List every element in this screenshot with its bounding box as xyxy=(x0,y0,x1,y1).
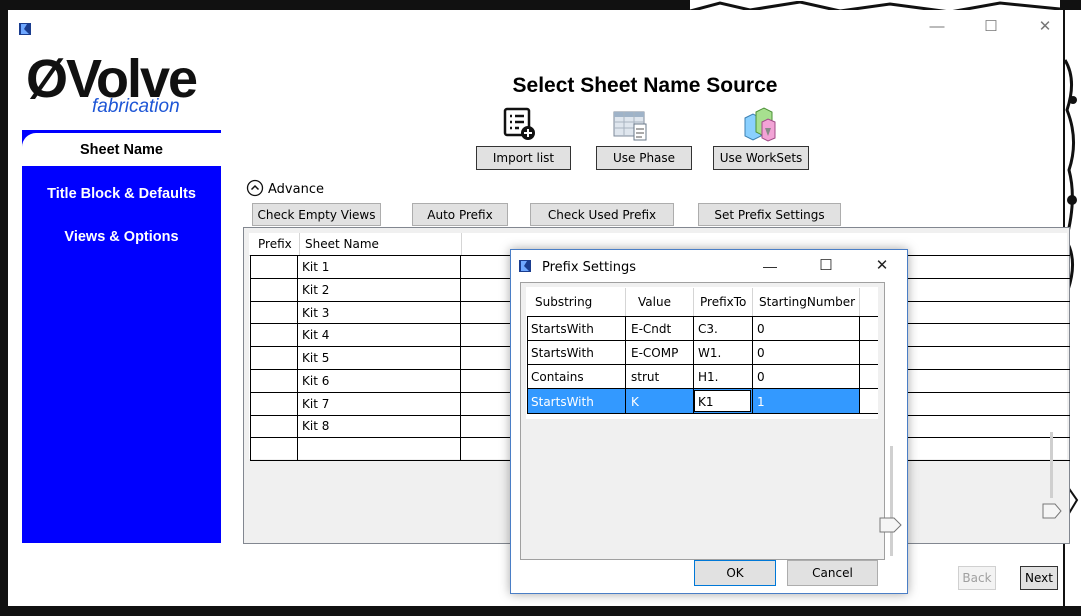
minimize-button[interactable]: — xyxy=(920,14,954,40)
row-line xyxy=(527,413,878,414)
table-row[interactable]: Kit 4 xyxy=(302,328,329,342)
import-list-icon xyxy=(502,106,538,142)
table-row[interactable]: Kit 1 xyxy=(302,260,329,274)
back-button[interactable]: Back xyxy=(958,566,996,590)
header-divider xyxy=(299,233,300,255)
table-row[interactable]: Kit 5 xyxy=(302,351,329,365)
column-header-prefixto[interactable]: PrefixTo xyxy=(700,295,746,309)
cell-start[interactable]: 0 xyxy=(757,346,765,360)
maximize-button[interactable]: ☐ xyxy=(974,14,1008,40)
sidebar-item-sheet-name[interactable]: Sheet Name xyxy=(22,133,221,166)
dialog-slider-thumb[interactable] xyxy=(879,517,903,533)
column-header-prefix[interactable]: Prefix xyxy=(258,237,292,251)
use-worksets-button[interactable]: Use WorkSets xyxy=(713,146,809,170)
table-row[interactable]: Kit 3 xyxy=(302,306,329,320)
column-line xyxy=(859,316,860,414)
header-divider xyxy=(859,288,860,316)
close-button[interactable]: ✕ xyxy=(1028,14,1062,40)
vertical-slider-track[interactable] xyxy=(1050,432,1053,498)
cell-value[interactable]: E-Cndt xyxy=(631,322,671,336)
cell-substring[interactable]: StartsWith xyxy=(531,395,594,409)
advance-toggle[interactable] xyxy=(246,179,266,197)
use-phase-button[interactable]: Use Phase xyxy=(596,146,692,170)
check-empty-views-button[interactable]: Check Empty Views xyxy=(252,203,381,226)
column-line xyxy=(460,255,461,461)
cell-substring[interactable]: StartsWith xyxy=(531,322,594,336)
cell-value[interactable]: K xyxy=(631,395,639,409)
cell-prefix[interactable]: W1. xyxy=(698,346,721,360)
prefix-settings-dialog: Prefix Settings — ☐ ✕ Substring Value Pr… xyxy=(510,249,908,594)
cancel-button[interactable]: Cancel xyxy=(787,560,878,586)
column-header-startingnumber[interactable]: StartingNumber xyxy=(759,295,855,309)
auto-prefix-button[interactable]: Auto Prefix xyxy=(412,203,508,226)
phase-icon xyxy=(612,108,652,144)
column-line xyxy=(527,316,528,414)
worksets-icon xyxy=(742,106,778,144)
header-divider xyxy=(752,288,753,316)
row-line xyxy=(527,388,878,389)
cell-value[interactable]: E-COMP xyxy=(631,346,678,360)
set-prefix-settings-button[interactable]: Set Prefix Settings xyxy=(698,203,841,226)
dialog-slider-track[interactable] xyxy=(890,446,893,556)
row-line xyxy=(527,364,878,365)
screen-frame-left xyxy=(0,0,8,616)
column-line xyxy=(625,316,626,414)
column-header-sheet-name[interactable]: Sheet Name xyxy=(305,237,379,251)
prefix-grid: Substring Value PrefixTo StartingNumber … xyxy=(520,282,893,560)
row-line xyxy=(527,316,878,317)
ok-button[interactable]: OK xyxy=(694,560,776,586)
prefix-edit-input[interactable]: K1 xyxy=(694,390,751,412)
table-row[interactable]: Kit 6 xyxy=(302,374,329,388)
page-title: Select Sheet Name Source xyxy=(512,74,778,97)
dialog-title: Prefix Settings xyxy=(542,260,637,275)
slider-thumb[interactable] xyxy=(1042,503,1062,519)
dialog-maximize-button[interactable]: ☐ xyxy=(813,254,839,278)
chevron-up-icon xyxy=(246,179,264,197)
column-line xyxy=(752,316,753,414)
cell-prefix[interactable]: C3. xyxy=(698,322,718,336)
column-header-value[interactable]: Value xyxy=(638,295,671,309)
cell-substring[interactable]: Contains xyxy=(531,370,584,384)
column-line xyxy=(297,255,298,461)
logo-subtitle: fabrication xyxy=(92,96,180,117)
app-icon xyxy=(18,22,32,36)
column-line xyxy=(250,255,251,461)
cell-substring[interactable]: StartsWith xyxy=(531,346,594,360)
table-row[interactable]: Kit 8 xyxy=(302,419,329,433)
cell-start[interactable]: 1 xyxy=(757,395,765,409)
table-row[interactable]: Kit 2 xyxy=(302,283,329,297)
header-divider xyxy=(693,288,694,316)
logo: ØVolve fabrication xyxy=(26,50,231,122)
table-row[interactable]: Kit 7 xyxy=(302,397,329,411)
column-header-substring[interactable]: Substring xyxy=(535,295,592,309)
dialog-app-icon xyxy=(518,259,532,273)
next-button[interactable]: Next xyxy=(1020,566,1058,590)
cell-start[interactable]: 0 xyxy=(757,370,765,384)
cell-value[interactable]: strut xyxy=(631,370,659,384)
dialog-minimize-button[interactable]: — xyxy=(757,254,783,278)
sidebar-item-views-options[interactable]: Views & Options xyxy=(22,229,221,245)
row-line xyxy=(527,340,878,341)
header-divider xyxy=(625,288,626,316)
cell-prefix[interactable]: H1. xyxy=(698,370,718,384)
dialog-close-button[interactable]: ✕ xyxy=(869,254,895,278)
sidebar-item-label: Sheet Name xyxy=(79,142,163,158)
screen-frame-bottom xyxy=(0,606,1081,616)
check-used-prefix-button[interactable]: Check Used Prefix xyxy=(530,203,674,226)
sidebar-item-title-block[interactable]: Title Block & Defaults xyxy=(22,186,221,202)
header-divider xyxy=(461,233,462,255)
advance-label: Advance xyxy=(268,182,324,197)
cell-start[interactable]: 0 xyxy=(757,322,765,336)
prefix-edit-value: K1 xyxy=(698,395,714,409)
import-list-button[interactable]: Import list xyxy=(476,146,571,170)
